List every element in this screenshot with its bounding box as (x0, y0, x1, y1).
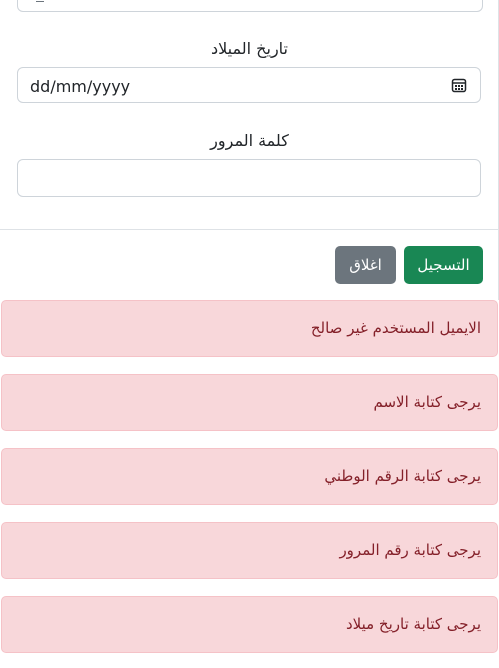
error-alert-name: يرجى كتابة الاسم (1, 374, 498, 431)
register-button[interactable]: التسجيل (404, 246, 483, 284)
registration-modal: تاريخ الميلاد dd/mm/yyyy كلمة المرور الت… (0, 0, 499, 300)
password-input[interactable] (17, 159, 481, 197)
birthdate-input[interactable]: dd/mm/yyyy (17, 67, 481, 103)
previous-select-field[interactable] (17, 0, 483, 12)
password-label: كلمة المرور (210, 131, 289, 150)
birthdate-label: تاريخ الميلاد (211, 39, 288, 58)
calendar-icon[interactable] (451, 77, 467, 93)
error-alert-national-id: يرجى كتابة الرقم الوطني (1, 448, 498, 505)
error-alert-email: الايميل المستخدم غير صالح (1, 300, 498, 357)
modal-footer-divider (0, 229, 498, 230)
page: تاريخ الميلاد dd/mm/yyyy كلمة المرور الت… (0, 0, 499, 668)
chevron-down-icon (36, 1, 44, 2)
close-button[interactable]: اغلاق (335, 246, 396, 284)
error-alert-birthdate: يرجى كتابة تاريخ ميلاد (1, 596, 498, 653)
error-alert-password: يرجى كتابة رقم المرور (1, 522, 498, 579)
birthdate-value: dd/mm/yyyy (30, 77, 131, 96)
